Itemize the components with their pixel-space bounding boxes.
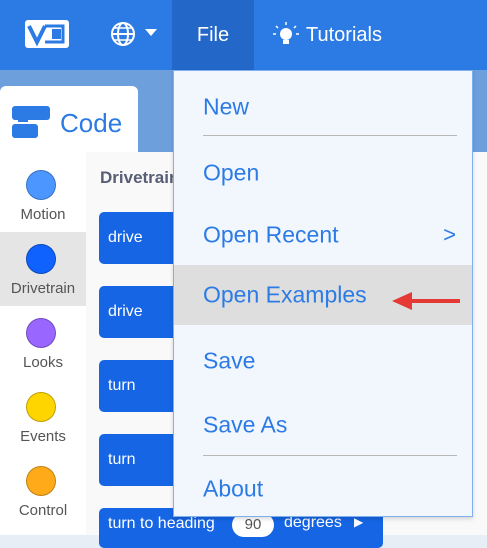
- category-label: Motion: [20, 206, 66, 223]
- looks-category-icon: [26, 318, 56, 348]
- category-label: Control: [18, 502, 68, 519]
- block-label: drive: [108, 229, 143, 246]
- menu-item-label: Save As: [203, 411, 288, 438]
- category-control[interactable]: Control: [0, 454, 86, 528]
- category-label: Looks: [22, 354, 64, 371]
- lightbulb-icon: [273, 22, 299, 44]
- palette-title: Drivetrain: [100, 168, 180, 187]
- menu-item-save[interactable]: Save: [174, 331, 472, 391]
- category-list: Motion Drivetrain Looks Events Control: [0, 152, 86, 535]
- menu-divider: [203, 455, 457, 456]
- drivetrain-category-icon: [26, 244, 56, 274]
- category-label: Events: [20, 428, 66, 445]
- submenu-chevron-icon: >: [443, 222, 456, 247]
- code-tab-label: Code: [60, 107, 123, 138]
- annotation-arrow-icon: [392, 292, 460, 310]
- top-menu-bar: File Tutorials: [0, 0, 487, 70]
- block-label: turn: [108, 377, 136, 394]
- category-events[interactable]: Events: [0, 380, 86, 454]
- menu-item-label: Open Examples: [203, 281, 367, 308]
- motion-category-icon: [26, 170, 56, 200]
- vexcode-logo-icon[interactable]: [25, 20, 69, 48]
- tab-code[interactable]: Code: [0, 86, 138, 160]
- category-looks[interactable]: Looks: [0, 306, 86, 380]
- menu-item-about[interactable]: About: [174, 459, 472, 519]
- menu-item-label: About: [203, 475, 264, 502]
- menu-item-label: Save: [203, 347, 256, 374]
- chevron-down-icon[interactable]: [145, 29, 157, 36]
- category-drivetrain[interactable]: Drivetrain: [0, 232, 86, 306]
- tutorials-label: Tutorials: [306, 23, 382, 46]
- code-blocks-icon: [12, 106, 50, 138]
- tutorials-menu-tab[interactable]: Tutorials: [272, 0, 382, 70]
- menu-item-label: Open: [203, 159, 260, 186]
- menu-item-open[interactable]: Open: [174, 143, 472, 203]
- block-label: drive: [108, 303, 143, 320]
- menu-item-label: New: [203, 93, 250, 120]
- menu-divider: [203, 135, 457, 136]
- menu-item-save-as[interactable]: Save As: [174, 395, 472, 455]
- globe-icon[interactable]: [110, 21, 136, 47]
- events-category-icon: [26, 392, 56, 422]
- file-menu-tab[interactable]: File: [172, 0, 254, 70]
- file-menu-label: File: [196, 23, 230, 46]
- menu-item-open-recent[interactable]: Open Recent >: [174, 205, 472, 265]
- menu-item-new[interactable]: New: [174, 77, 472, 137]
- menu-item-label: Open Recent: [203, 221, 339, 248]
- category-label: Drivetrain: [10, 280, 76, 297]
- control-category-icon: [26, 466, 56, 496]
- category-motion[interactable]: Motion: [0, 158, 86, 232]
- block-label: turn: [108, 451, 136, 468]
